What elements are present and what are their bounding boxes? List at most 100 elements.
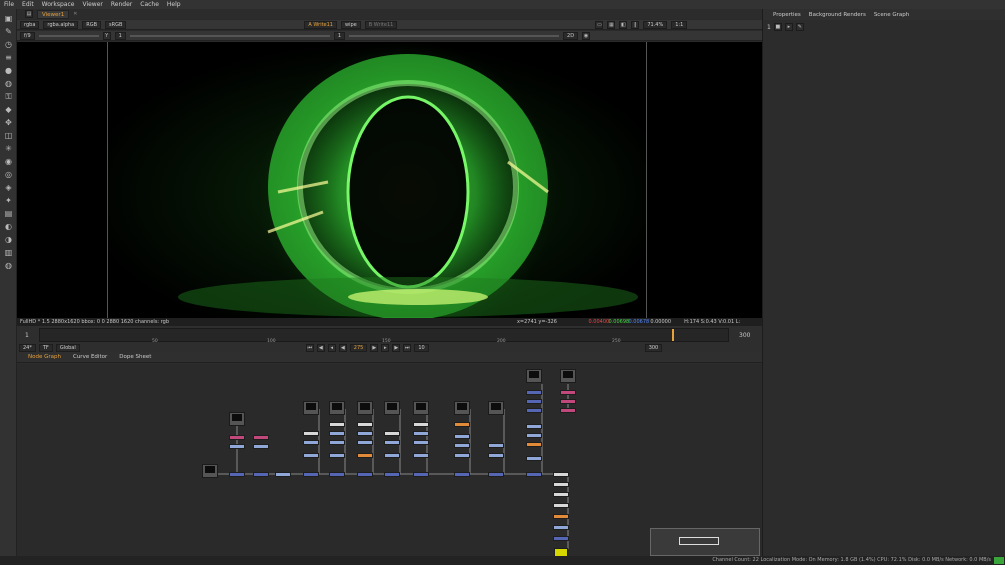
node[interactable]: [384, 453, 400, 458]
node[interactable]: [357, 440, 373, 445]
lut-select[interactable]: sRGB: [105, 20, 127, 29]
zoom-select[interactable]: 71.4%: [643, 20, 668, 29]
tf-select[interactable]: TF: [38, 343, 53, 352]
gain-slider[interactable]: [38, 34, 99, 37]
node[interactable]: [413, 422, 429, 427]
read-node[interactable]: [384, 401, 400, 415]
node[interactable]: [253, 435, 269, 440]
node[interactable]: [553, 503, 569, 508]
node[interactable]: [553, 472, 569, 477]
menu-render[interactable]: Render: [111, 1, 132, 8]
merge-node[interactable]: [488, 472, 504, 477]
next-key-icon[interactable]: ▶: [392, 343, 401, 352]
node[interactable]: [357, 422, 373, 427]
merge-node[interactable]: [384, 472, 400, 477]
menu-viewer[interactable]: Viewer: [82, 1, 102, 8]
merge-node[interactable]: [229, 472, 245, 477]
image-icon[interactable]: ▣: [4, 14, 13, 23]
node[interactable]: [488, 443, 504, 448]
timeline-ruler[interactable]: 50 100 150 200 250: [39, 328, 729, 344]
current-frame-field[interactable]: 275: [349, 343, 368, 352]
roi-icon[interactable]: ▭: [595, 20, 604, 29]
last-frame-icon[interactable]: ⏭: [403, 343, 412, 352]
gamma-slider[interactable]: [129, 34, 330, 37]
operation-select[interactable]: wipe: [340, 20, 361, 29]
menu-workspace[interactable]: Workspace: [42, 1, 75, 8]
panel-menu-icon[interactable]: ▤: [25, 10, 33, 18]
out-field[interactable]: 300: [644, 343, 663, 352]
timeline-start[interactable]: 1: [25, 332, 29, 339]
playhead[interactable]: [672, 329, 674, 341]
channel-icon[interactable]: ≡: [4, 53, 13, 62]
gain-field[interactable]: 1: [333, 31, 346, 40]
read-node[interactable]: [488, 401, 504, 415]
fstop-field[interactable]: f/9: [20, 31, 35, 40]
ratio-select[interactable]: 1:1: [671, 20, 688, 29]
lock-icon[interactable]: ◧: [619, 20, 628, 29]
alpha-select[interactable]: rgba.alpha: [43, 20, 79, 29]
node[interactable]: [454, 453, 470, 458]
3d-icon[interactable]: ◫: [4, 131, 13, 140]
time-icon[interactable]: ◷: [4, 40, 13, 49]
menu-help[interactable]: Help: [167, 1, 181, 8]
merge-node[interactable]: [413, 472, 429, 477]
step-field[interactable]: 10: [414, 343, 429, 352]
node[interactable]: [253, 444, 269, 449]
node[interactable]: [560, 408, 576, 413]
fps-field[interactable]: 24*: [19, 343, 36, 352]
merge-node[interactable]: [526, 472, 542, 477]
node[interactable]: [526, 456, 542, 461]
merge-node[interactable]: [275, 472, 291, 477]
first-frame-icon[interactable]: ⏮: [305, 343, 314, 352]
keyer-icon[interactable]: ⚿: [4, 92, 13, 101]
tab-background-renders[interactable]: Background Renders: [809, 12, 866, 18]
read-node[interactable]: [413, 401, 429, 415]
channels-select[interactable]: rgba: [20, 20, 40, 29]
node[interactable]: [229, 435, 245, 440]
tab-node-graph[interactable]: Node Graph: [25, 354, 64, 360]
read-node[interactable]: [329, 401, 345, 415]
node[interactable]: [384, 431, 400, 436]
node[interactable]: [560, 399, 576, 404]
cara-icon[interactable]: ▥: [4, 248, 13, 257]
filter-icon[interactable]: ◍: [4, 79, 13, 88]
graph-minimap[interactable]: [650, 528, 760, 556]
deep-icon[interactable]: ◉: [4, 157, 13, 166]
node[interactable]: [303, 453, 319, 458]
node[interactable]: [413, 440, 429, 445]
node[interactable]: [303, 431, 319, 436]
camera-icon[interactable]: ◉: [582, 31, 591, 40]
merge-node[interactable]: [454, 472, 470, 477]
tab-scene-graph[interactable]: Scene Graph: [874, 12, 909, 18]
prev-frame-icon[interactable]: ◂: [327, 343, 336, 352]
range-select[interactable]: Global: [55, 343, 80, 352]
node[interactable]: [229, 444, 245, 449]
node[interactable]: [553, 514, 569, 519]
merge-node[interactable]: [253, 472, 269, 477]
clear-icon[interactable]: ✎: [795, 23, 804, 31]
node[interactable]: [454, 422, 470, 427]
node[interactable]: [526, 442, 542, 447]
node[interactable]: [329, 431, 345, 436]
menu-edit[interactable]: Edit: [22, 1, 34, 8]
viewer-canvas[interactable]: [17, 42, 762, 318]
colorspace-select[interactable]: RGB: [82, 20, 102, 29]
input-b-select[interactable]: B Write11: [364, 20, 398, 29]
gamma-field[interactable]: 1: [114, 31, 126, 40]
mode-select[interactable]: 2D: [563, 31, 579, 40]
node-graph-canvas[interactable]: [17, 364, 762, 565]
particles-icon[interactable]: ✳: [4, 144, 13, 153]
node[interactable]: [454, 443, 470, 448]
next-frame-icon[interactable]: ▸: [381, 343, 390, 352]
node[interactable]: [413, 453, 429, 458]
play-icon[interactable]: ▶: [370, 343, 379, 352]
node[interactable]: [560, 390, 576, 395]
gain-slider-2[interactable]: [349, 34, 560, 37]
merge-icon[interactable]: ◆: [4, 105, 13, 114]
node[interactable]: [526, 408, 542, 413]
toolsets-icon[interactable]: ✦: [4, 196, 13, 205]
menu-file[interactable]: File: [4, 1, 14, 8]
node[interactable]: [357, 453, 373, 458]
merge-node[interactable]: [303, 472, 319, 477]
tab-curve-editor[interactable]: Curve Editor: [70, 354, 110, 360]
